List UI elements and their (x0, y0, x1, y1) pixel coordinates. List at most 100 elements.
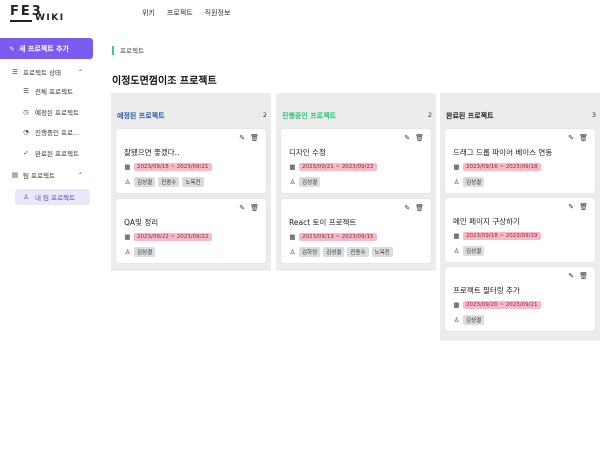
chevron-up-icon: ⌃ (77, 68, 83, 76)
user-icon: ♙ (289, 248, 296, 256)
trash-icon[interactable]: 🗑 (579, 134, 588, 142)
trash-icon[interactable]: 🗑 (579, 203, 588, 211)
trash-icon[interactable]: 🗑 (250, 204, 259, 212)
date-badge: 2023/09/18 ~ 2023/09/21 (134, 163, 212, 171)
sidebar-item-label: 완료된 프로젝트 (35, 150, 79, 158)
member-tag: 김성결 (463, 177, 485, 187)
top-nav: 위키 프로젝트 직원정보 (142, 8, 230, 18)
sidebar-item-in-progress[interactable]: ◔ 진행중인 프로... (0, 124, 93, 140)
member-tag: 김성결 (134, 177, 156, 187)
member-tag: 김성결 (323, 247, 345, 257)
project-card[interactable]: ✎ 🗑 잘됐으면 좋겠다.. ▦ 2023/09/18 ~ 2023/09/21… (116, 129, 266, 193)
card-title: 메인 페이지 구상하기 (453, 217, 520, 226)
project-card[interactable]: ✎ 🗑 메인 페이지 구상하기 ▦ 2023/09/18 ~ 2023/09/1… (445, 198, 595, 262)
sidebar-item-my-team[interactable]: ♙ 내 팀 프로젝트 (15, 189, 90, 205)
trash-icon[interactable]: 🗑 (415, 204, 424, 212)
edit-icon[interactable]: ✎ (568, 134, 574, 142)
calendar-icon: ▦ (124, 233, 131, 241)
date-badge: 2023/09/22 ~ 2023/09/22 (134, 233, 212, 241)
trash-icon[interactable]: 🗑 (579, 272, 588, 280)
user-icon: ♙ (124, 248, 131, 256)
user-icon: ♙ (23, 193, 29, 201)
sidebar-item-done[interactable]: ✓ 완료된 프로젝트 (0, 145, 93, 161)
calendar-icon: ▦ (453, 232, 460, 240)
sidebar-group-status[interactable]: ☰ 프로젝트 상태 ⌃ (0, 64, 93, 80)
sidebar-item-label: 전체 프로젝트 (35, 88, 73, 96)
nav-projects[interactable]: 프로젝트 (167, 8, 193, 18)
column-count: 3 (591, 111, 596, 119)
edit-icon[interactable]: ✎ (568, 272, 574, 280)
edit-icon[interactable]: ✎ (404, 204, 410, 212)
calendar-icon: ▦ (124, 163, 131, 171)
sidebar-group-label: 팀 프로젝트 (23, 172, 55, 180)
member-tag: 김성결 (299, 177, 321, 187)
date-badge: 2023/09/18 ~ 2023/09/19 (463, 232, 541, 240)
sidebar-group-team[interactable]: ▤ 팀 프로젝트 ⌃ (0, 167, 93, 183)
member-tag: 김성결 (463, 246, 485, 256)
progress-icon: ◔ (23, 128, 29, 136)
member-tag: 노옥진 (182, 177, 204, 187)
card-members: ♙ 김성결 (453, 315, 485, 325)
project-card[interactable]: ✎ 🗑 드래그 드롭 파이어 베이스 연동 ▦ 2023/09/16 ~ 202… (445, 129, 595, 193)
edit-icon[interactable]: ✎ (404, 134, 410, 142)
nav-wiki[interactable]: 위키 (142, 8, 155, 18)
app-logo[interactable]: FE3 WIKI (10, 4, 72, 28)
calendar-icon: ▦ (453, 163, 460, 171)
user-icon: ♙ (124, 178, 131, 186)
member-tag: 노옥진 (371, 247, 393, 257)
card-members: ♙ 김성결 (289, 177, 321, 187)
trash-icon[interactable]: 🗑 (415, 134, 424, 142)
member-tag: 김성결 (134, 247, 156, 257)
card-date: ▦ 2023/09/18 ~ 2023/09/19 (453, 232, 541, 240)
sidebar-item-all[interactable]: ☰ 전체 프로젝트 (0, 83, 93, 99)
card-members: ♙ 김성결 (453, 177, 485, 187)
project-card[interactable]: ✎ 🗑 React 토이 프로젝트 ▦ 2023/09/13 ~ 2023/09… (281, 199, 431, 263)
new-project-label: 새 프로젝트 추가 (19, 44, 69, 53)
list-icon: ☰ (23, 87, 29, 95)
page-title: 이정도면껌이조 프로젝트 (112, 76, 217, 87)
card-members: ♙ 김성결 (453, 246, 485, 256)
card-date: ▦ 2023/09/13 ~ 2023/09/15 (289, 233, 377, 241)
trash-icon[interactable]: 🗑 (250, 134, 259, 142)
member-tag: 김성결 (463, 315, 485, 325)
sidebar-item-label: 예정된 프로젝트 (35, 109, 79, 117)
calendar-icon: ▦ (289, 163, 296, 171)
card-title: 드래그 드롭 파이어 베이스 연동 (453, 148, 553, 157)
column-title: 진행중인 프로젝트 (282, 112, 336, 120)
nav-employees[interactable]: 직원정보 (205, 8, 231, 18)
card-title: QA및 정리 (124, 218, 159, 227)
card-date: ▦ 2023/09/18 ~ 2023/09/21 (124, 163, 212, 171)
member-tag: 진종수 (158, 177, 180, 187)
column-count: 2 (427, 111, 432, 119)
edit-icon[interactable]: ✎ (239, 204, 245, 212)
card-date: ▦ 2023/09/20 ~ 2023/09/21 (453, 301, 541, 309)
member-tag: 진종수 (347, 247, 369, 257)
sidebar-item-planned[interactable]: ◷ 예정된 프로젝트 (0, 104, 93, 120)
column-planned: 예정된 프로젝트 2 ✎ 🗑 잘됐으면 좋겠다.. ▦ 2023/09/18 ~… (111, 93, 271, 271)
new-project-button[interactable]: ✎ 새 프로젝트 추가 (0, 38, 93, 59)
user-icon: ♙ (453, 316, 460, 324)
calendar-icon: ▦ (289, 233, 296, 241)
project-card[interactable]: ✎ 🗑 프로젝트 필터링 추가 ▦ 2023/09/20 ~ 2023/09/2… (445, 267, 595, 331)
list-icon: ☰ (12, 68, 18, 76)
project-card[interactable]: ✎ 🗑 QA및 정리 ▦ 2023/09/22 ~ 2023/09/22 ♙ 김… (116, 199, 266, 263)
date-badge: 2023/09/20 ~ 2023/09/21 (463, 301, 541, 309)
card-date: ▦ 2023/09/22 ~ 2023/09/22 (124, 233, 212, 241)
edit-icon[interactable]: ✎ (568, 203, 574, 211)
logo-underline (10, 20, 32, 22)
user-icon: ♙ (289, 178, 296, 186)
edit-icon[interactable]: ✎ (239, 134, 245, 142)
project-card[interactable]: ✎ 🗑 디자인 수정 ▦ 2023/09/21 ~ 2023/09/22 ♙ 김… (281, 129, 431, 193)
team-icon: ▤ (11, 171, 19, 179)
date-badge: 2023/09/21 ~ 2023/09/22 (299, 163, 377, 171)
date-badge: 2023/09/13 ~ 2023/09/15 (299, 233, 377, 241)
top-bar: FE3 WIKI 위키 프로젝트 직원정보 (0, 0, 600, 34)
card-title: React 토이 프로젝트 (289, 218, 357, 227)
card-date: ▦ 2023/09/16 ~ 2023/09/18 (453, 163, 541, 171)
sidebar-item-label: 진행중인 프로... (35, 129, 80, 137)
card-members: ♙ 김성결 진종수 노옥진 (124, 177, 204, 187)
pencil-icon: ✎ (9, 44, 15, 53)
logo-subtext: WIKI (35, 13, 65, 23)
column-count: 2 (262, 111, 267, 119)
card-title: 디자인 수정 (289, 148, 326, 157)
